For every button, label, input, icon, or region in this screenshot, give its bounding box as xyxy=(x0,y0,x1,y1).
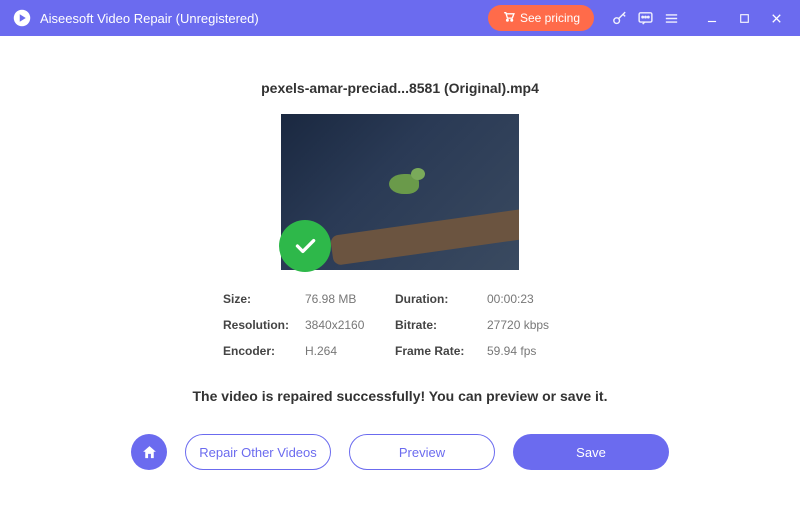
see-pricing-button[interactable]: See pricing xyxy=(488,5,594,31)
size-label: Size: xyxy=(223,292,305,306)
menu-icon[interactable] xyxy=(658,5,684,31)
file-name: pexels-amar-preciad...8581 (Original).mp… xyxy=(261,80,539,96)
success-check-icon xyxy=(279,220,331,272)
resolution-label: Resolution: xyxy=(223,318,305,332)
status-message: The video is repaired successfully! You … xyxy=(193,388,608,404)
app-logo-icon xyxy=(12,8,32,28)
main-content: pexels-amar-preciad...8581 (Original).mp… xyxy=(8,44,792,519)
repair-other-videos-button[interactable]: Repair Other Videos xyxy=(185,434,331,470)
encoder-value: H.264 xyxy=(305,344,395,358)
titlebar: Aiseesoft Video Repair (Unregistered) Se… xyxy=(0,0,800,36)
bitrate-value: 27720 kbps xyxy=(487,318,577,332)
duration-value: 00:00:23 xyxy=(487,292,577,306)
app-window: Aiseesoft Video Repair (Unregistered) Se… xyxy=(0,0,800,527)
cart-icon xyxy=(502,10,515,26)
feedback-icon[interactable] xyxy=(632,5,658,31)
framerate-value: 59.94 fps xyxy=(487,344,577,358)
see-pricing-label: See pricing xyxy=(520,11,580,25)
app-title: Aiseesoft Video Repair (Unregistered) xyxy=(40,11,259,26)
size-value: 76.98 MB xyxy=(305,292,395,306)
action-bar: Repair Other Videos Preview Save xyxy=(131,434,669,470)
framerate-label: Frame Rate: xyxy=(395,344,487,358)
encoder-label: Encoder: xyxy=(223,344,305,358)
video-info-grid: Size: 76.98 MB Duration: 00:00:23 Resolu… xyxy=(223,292,577,358)
close-button[interactable] xyxy=(764,6,788,30)
key-icon[interactable] xyxy=(606,5,632,31)
maximize-button[interactable] xyxy=(732,6,756,30)
resolution-value: 3840x2160 xyxy=(305,318,395,332)
home-button[interactable] xyxy=(131,434,167,470)
preview-button[interactable]: Preview xyxy=(349,434,495,470)
minimize-button[interactable] xyxy=(700,6,724,30)
save-button[interactable]: Save xyxy=(513,434,669,470)
video-thumbnail xyxy=(281,114,519,270)
bitrate-label: Bitrate: xyxy=(395,318,487,332)
duration-label: Duration: xyxy=(395,292,487,306)
